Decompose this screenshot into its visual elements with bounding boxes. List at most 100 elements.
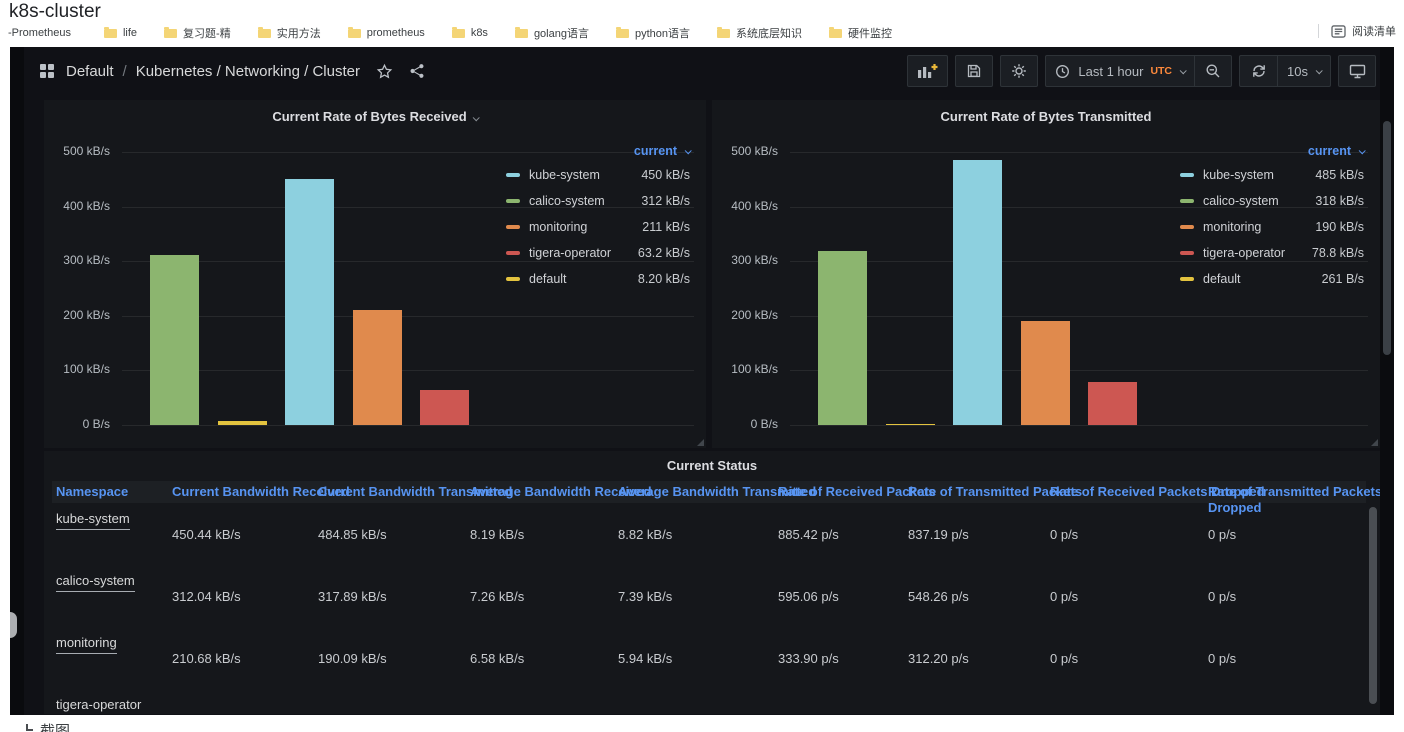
time-range-label: Last 1 hour — [1078, 64, 1143, 79]
legend-current-value: 312 kB/s — [641, 194, 690, 208]
panel-title[interactable]: Current Rate of Bytes Received — [44, 109, 706, 124]
y-axis-tick-label: 400 kB/s — [712, 199, 778, 213]
drawer-handle[interactable] — [10, 612, 17, 638]
legend-item: tigera-operator78.8 kB/s — [1180, 240, 1364, 266]
chevron-down-icon — [472, 114, 479, 121]
legend-swatch — [1180, 199, 1194, 203]
namespace-link[interactable]: tigera-operator — [56, 697, 141, 714]
bookmark-label: life — [123, 27, 137, 39]
gridline — [122, 370, 694, 371]
table-cell: 333.90 p/s — [774, 651, 904, 666]
refresh-interval-label: 10s — [1287, 64, 1308, 79]
legend-sort-current[interactable]: current — [1180, 140, 1364, 162]
dashboard-settings-button[interactable] — [1000, 55, 1038, 87]
panel-resize-handle[interactable] — [1371, 439, 1378, 446]
save-dashboard-button[interactable] — [955, 55, 993, 87]
legend-series-name[interactable]: default — [529, 272, 567, 286]
folder-icon — [104, 29, 117, 38]
panel-resize-handle[interactable] — [697, 439, 704, 446]
reading-list-label: 阅读清单 — [1352, 23, 1396, 39]
bar-tigera-operator[interactable] — [420, 390, 469, 425]
bookmarks-bar: -Prometheus life 复习题-精 实用方法 prometheus k8s gol… — [0, 23, 1404, 43]
legend-series-name[interactable]: kube-system — [1203, 168, 1274, 182]
favorite-star-icon[interactable] — [376, 63, 393, 80]
legend-series-name[interactable]: calico-system — [1203, 194, 1279, 208]
kiosk-mode-button[interactable] — [1338, 55, 1376, 87]
table-row: tigera-operator — [52, 689, 1366, 714]
refresh-button[interactable] — [1239, 55, 1277, 87]
bookmark-item[interactable]: python语言 — [616, 25, 690, 41]
legend-series-name[interactable]: default — [1203, 272, 1241, 286]
bookmark-label: k8s — [471, 27, 488, 39]
bookmark-item[interactable]: 硬件监控 — [829, 25, 892, 41]
table-cell: 190.09 kB/s — [314, 651, 466, 666]
bookmark-item[interactable]: -Prometheus — [8, 27, 71, 39]
bar-monitoring[interactable] — [353, 310, 402, 425]
bar-calico-system[interactable] — [150, 255, 199, 425]
bar-calico-system[interactable] — [818, 251, 867, 425]
table-body: kube-system450.44 kB/s484.85 kB/s8.19 kB… — [52, 503, 1366, 714]
panel-current-status: Current Status NamespaceCurrent Bandwidt… — [44, 451, 1380, 714]
table-cell: 8.19 kB/s — [466, 527, 614, 542]
table-scrollbar[interactable] — [1369, 507, 1377, 704]
legend-series-name[interactable]: tigera-operator — [1203, 246, 1285, 260]
bar-tigera-operator[interactable] — [1088, 382, 1137, 425]
namespace-link[interactable]: calico-system — [56, 573, 135, 592]
reading-list-button[interactable]: 阅读清单 — [1318, 23, 1396, 39]
table-cell: 7.39 kB/s — [614, 589, 774, 604]
legend-item: monitoring190 kB/s — [1180, 214, 1364, 240]
refresh-interval-picker[interactable]: 10s — [1277, 55, 1331, 87]
table-cell: 312.04 kB/s — [168, 589, 314, 604]
y-axis-tick-label: 300 kB/s — [712, 253, 778, 267]
namespace-link[interactable]: monitoring — [56, 635, 117, 654]
legend-swatch — [506, 251, 520, 255]
bookmark-item[interactable]: prometheus — [348, 27, 425, 39]
table-cell: 317.89 kB/s — [314, 589, 466, 604]
bookmark-item[interactable]: life — [104, 27, 137, 39]
table-cell: 0 p/s — [1204, 651, 1366, 666]
breadcrumb-folder[interactable]: Default — [66, 63, 114, 80]
time-picker-group: Last 1 hour UTC — [1045, 55, 1232, 87]
bar-kube-system[interactable] — [285, 179, 334, 425]
table-cell: 6.58 kB/s — [466, 651, 614, 666]
folder-icon — [616, 29, 629, 38]
apps-grid-icon[interactable] — [40, 64, 54, 78]
bookmark-item[interactable]: 复习题-精 — [164, 25, 231, 41]
bar-default[interactable] — [886, 424, 935, 425]
zoom-out-time-button[interactable] — [1194, 55, 1232, 87]
bar-monitoring[interactable] — [1021, 321, 1070, 425]
breadcrumb-dashboard-title[interactable]: Kubernetes / Networking / Cluster — [136, 63, 360, 80]
bookmark-label: python语言 — [635, 25, 690, 41]
legend-item: calico-system318 kB/s — [1180, 188, 1364, 214]
legend-series-name[interactable]: tigera-operator — [529, 246, 611, 260]
legend-series-name[interactable]: kube-system — [529, 168, 600, 182]
y-axis-tick-label: 500 kB/s — [712, 144, 778, 158]
legend-sort-current[interactable]: current — [506, 140, 690, 162]
panel-title[interactable]: Current Rate of Bytes Transmitted — [712, 109, 1380, 124]
legend-series-name[interactable]: monitoring — [529, 220, 587, 234]
bar-default[interactable] — [218, 421, 267, 425]
add-panel-button[interactable] — [907, 55, 948, 87]
bookmark-item[interactable]: 实用方法 — [258, 25, 321, 41]
share-icon[interactable] — [409, 63, 425, 79]
gridline — [790, 316, 1368, 317]
bookmark-item[interactable]: golang语言 — [515, 25, 589, 41]
bookmark-label: 系统底层知识 — [736, 25, 802, 41]
bookmark-item[interactable]: k8s — [452, 27, 488, 39]
namespace-link[interactable]: kube-system — [56, 511, 130, 530]
table-row: monitoring210.68 kB/s190.09 kB/s6.58 kB/… — [52, 627, 1366, 689]
legend-item: calico-system 312 kB/s — [506, 188, 690, 214]
legend-series-name[interactable]: monitoring — [1203, 220, 1261, 234]
dashboard-header: Default / Kubernetes / Networking / Clus… — [24, 47, 1376, 95]
table-cell: 312.20 p/s — [904, 651, 1046, 666]
bar-kube-system[interactable] — [953, 160, 1002, 425]
legend-item: default8.20 kB/s — [506, 266, 690, 292]
bookmark-item[interactable]: 系统底层知识 — [717, 25, 802, 41]
dashboard-scrollbar-thumb[interactable] — [1383, 121, 1391, 355]
table-cell: 0 p/s — [1046, 527, 1204, 542]
time-range-picker[interactable]: Last 1 hour UTC — [1045, 55, 1194, 87]
table-cell: 8.82 kB/s — [614, 527, 774, 542]
folder-icon — [348, 29, 361, 38]
y-axis-tick-label: 0 B/s — [44, 417, 110, 431]
legend-series-name[interactable]: calico-system — [529, 194, 605, 208]
